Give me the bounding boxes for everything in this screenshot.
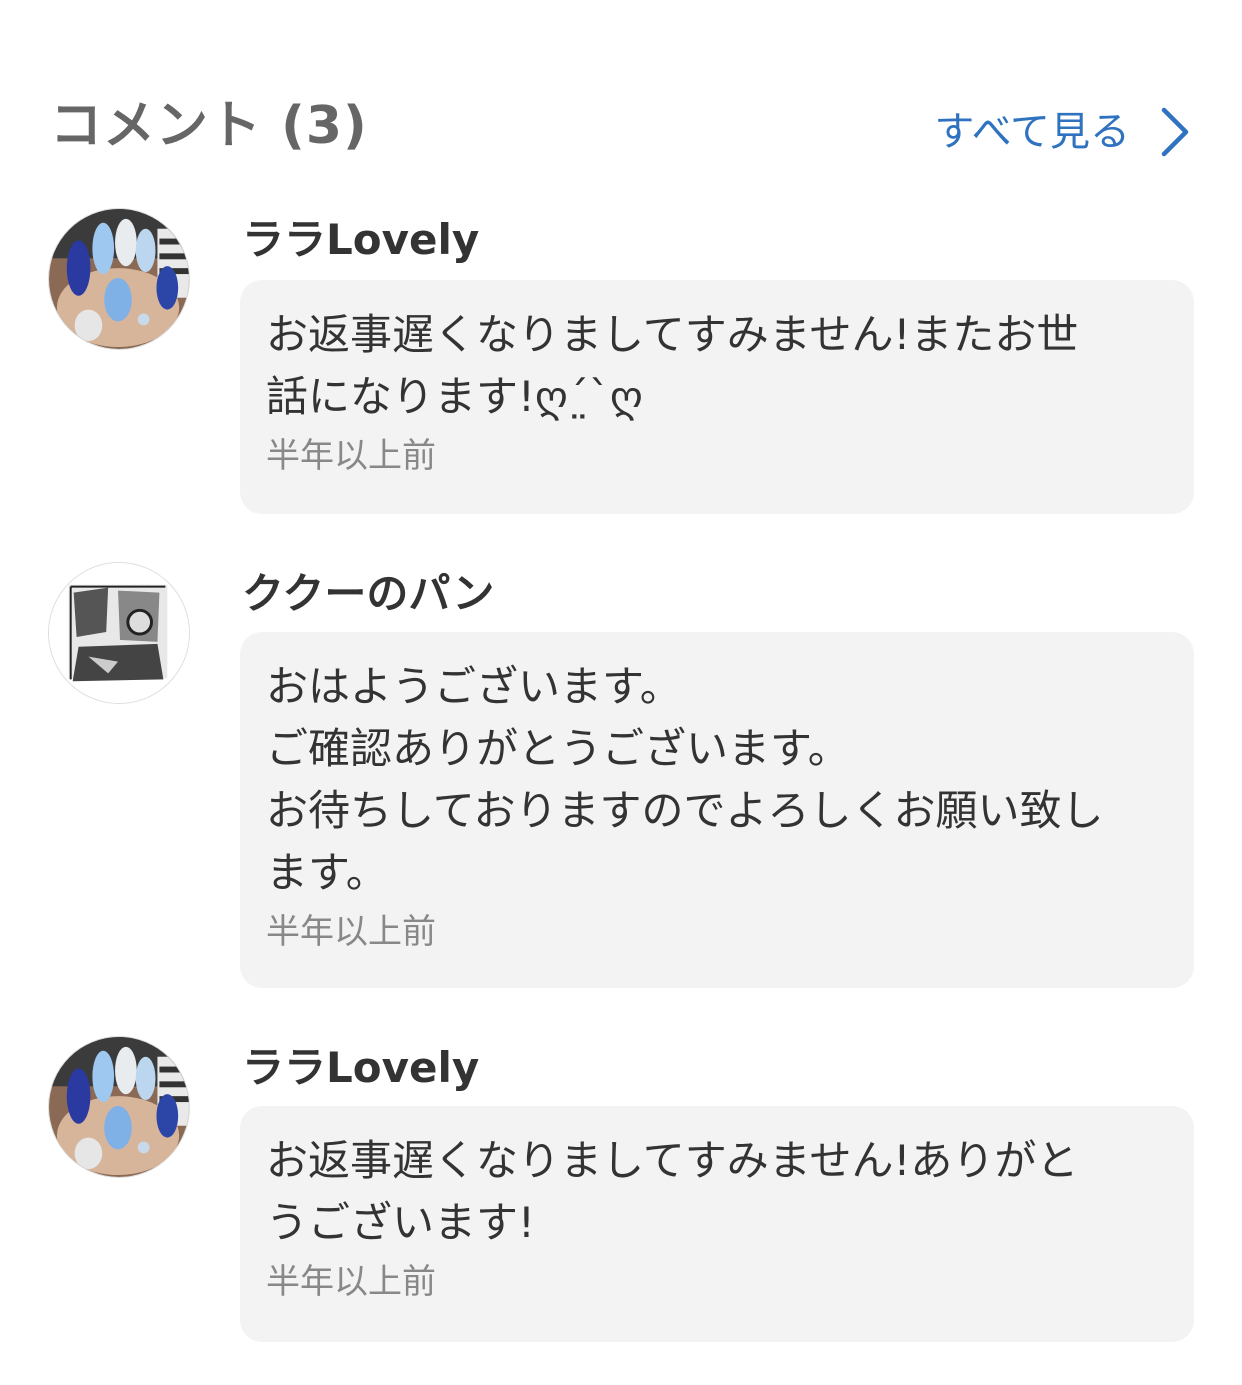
see-all-label: すべて見る [934, 109, 1130, 155]
comment-bubble: お返事遅くなりましてすみません!またお世 話になります!ღˊ̤ˋღ 半年以上前 [240, 280, 1194, 514]
comment-body: お返事遅くなりましてすみません!ありがと うございます! [266, 1136, 1079, 1247]
user-avatar[interactable] [48, 1036, 190, 1178]
user-avatar[interactable] [48, 562, 190, 704]
comment-timestamp: 半年以上前 [266, 436, 436, 476]
comment-timestamp: 半年以上前 [266, 912, 436, 952]
comment-item: ララLovely お返事遅くなりましてすみません!ありがと うございます! 半年… [48, 1036, 1194, 1346]
see-all-link[interactable]: すべて見る [934, 102, 1190, 162]
comment-username[interactable]: ララLovely [242, 216, 479, 264]
comments-header: コメント (3) すべて見る [50, 90, 1190, 170]
comment-item: ククーのパン おはようございます。 ご確認ありがとうございます。 お待ちしており… [48, 562, 1194, 992]
comment-body: おはようございます。 ご確認ありがとうございます。 お待ちしておりますのでよろし… [266, 662, 1104, 897]
nail-art-avatar-icon [49, 209, 189, 349]
comment-username[interactable]: ララLovely [242, 1044, 479, 1092]
comment-bubble: お返事遅くなりましてすみません!ありがと うございます! 半年以上前 [240, 1106, 1194, 1342]
comment-bubble: おはようございます。 ご確認ありがとうございます。 お待ちしておりますのでよろし… [240, 632, 1194, 988]
comment-body: お返事遅くなりましてすみません!またお世 話になります!ღˊ̤ˋღ [266, 310, 1079, 421]
chevron-right-icon [1161, 107, 1189, 157]
comment-item: ララLovely お返事遅くなりましてすみません!またお世 話になります!ღˊ̤… [48, 208, 1194, 518]
nail-art-avatar-icon [49, 1037, 189, 1177]
sketch-illustration-avatar-icon [49, 563, 189, 703]
comments-title: コメント (3) [50, 96, 368, 156]
comment-username[interactable]: ククーのパン [242, 570, 494, 618]
comment-timestamp: 半年以上前 [266, 1262, 436, 1302]
user-avatar[interactable] [48, 208, 190, 350]
